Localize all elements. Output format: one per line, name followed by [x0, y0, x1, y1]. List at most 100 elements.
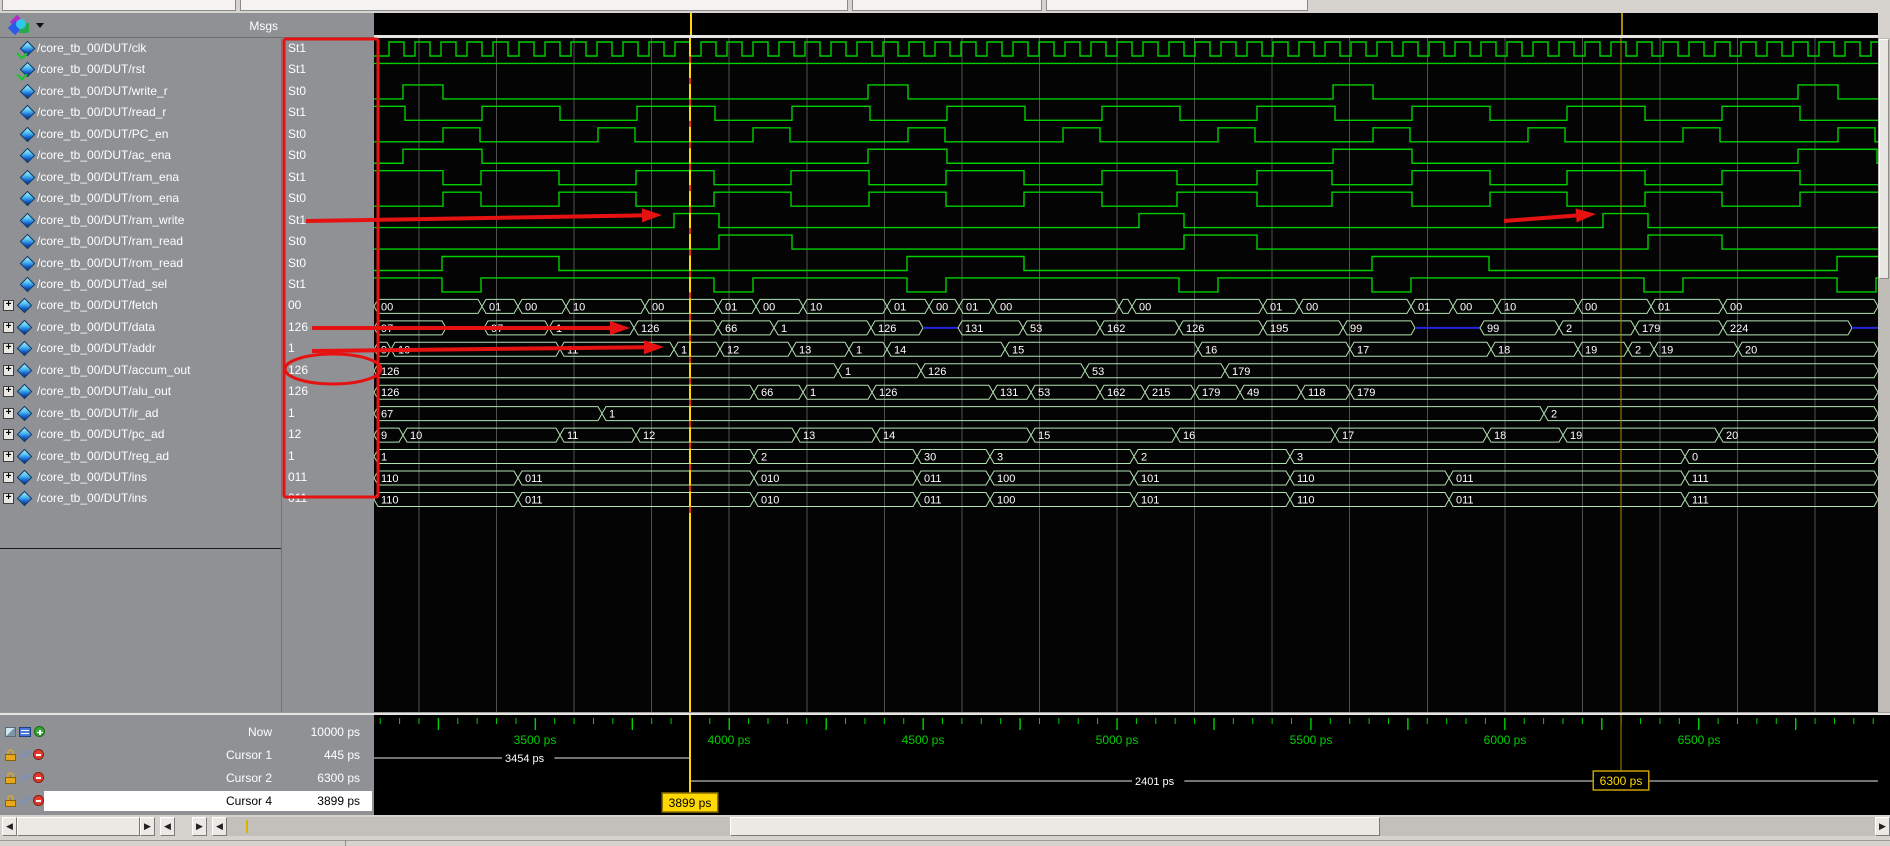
- signal-row[interactable]: /core_tb_00/DUT/ac_ena St0: [0, 145, 374, 166]
- signal-diamond-icon: [19, 276, 36, 293]
- signal-name: /core_tb_00/DUT/fetch: [37, 298, 158, 313]
- scroll-right-button[interactable]: ▶: [192, 817, 207, 836]
- ruler-tick-label: 4000 ps: [708, 733, 751, 747]
- toolbar-field[interactable]: [1046, 0, 1308, 11]
- signal-name-panel[interactable]: /core_tb_00/DUT/clk St1/core_tb_00/DUT/rs…: [0, 38, 374, 712]
- signal-row[interactable]: + /core_tb_00/DUT/alu_out 126: [0, 381, 374, 402]
- waveform-canvas[interactable]: 00 01 00 10 00 01 00 10 01 00 01 00 00 01 00 01 00 10 00 01…: [374, 38, 1878, 712]
- signal-row[interactable]: /core_tb_00/DUT/rom_ena St0: [0, 188, 374, 209]
- expand-plus-icon[interactable]: +: [3, 386, 14, 398]
- column-divider[interactable]: [281, 38, 282, 712]
- svg-text:13: 13: [799, 344, 811, 356]
- svg-text:224: 224: [1730, 323, 1748, 335]
- signal-value: 1: [288, 448, 295, 463]
- expand-plus-icon[interactable]: +: [3, 450, 14, 462]
- wave-hscroll-thumb[interactable]: [730, 817, 1380, 836]
- svg-text:010: 010: [761, 494, 779, 506]
- svg-text:00: 00: [1460, 301, 1472, 313]
- svg-text:99: 99: [1487, 323, 1499, 335]
- toolbar-field[interactable]: [852, 0, 1042, 11]
- signal-row[interactable]: + /core_tb_00/DUT/ins 011: [0, 488, 374, 509]
- signal-row[interactable]: + /core_tb_00/DUT/data 126: [0, 317, 374, 338]
- scrollbar-thumb[interactable]: [1879, 39, 1889, 279]
- signal-row[interactable]: + /core_tb_00/DUT/ir_ad 1: [0, 403, 374, 424]
- wrench-icon[interactable]: [18, 771, 31, 784]
- cursor-line[interactable]: [1621, 13, 1623, 35]
- delete-cursor-icon[interactable]: [32, 748, 45, 761]
- signal-row[interactable]: /core_tb_00/DUT/rom_read St0: [0, 253, 374, 274]
- delete-cursor-icon[interactable]: [32, 771, 45, 784]
- signal-row[interactable]: + /core_tb_00/DUT/pc_ad 12: [0, 424, 374, 445]
- signal-row[interactable]: /core_tb_00/DUT/rst St1: [0, 59, 374, 82]
- expand-plus-icon[interactable]: +: [3, 343, 14, 355]
- grid-icon[interactable]: [19, 725, 32, 738]
- tree-mode-icon[interactable]: [5, 725, 18, 738]
- toolbar-field[interactable]: [240, 0, 848, 11]
- expand-plus-icon[interactable]: +: [3, 493, 14, 505]
- lock-icon[interactable]: [4, 794, 17, 807]
- delete-cursor-icon[interactable]: [32, 794, 45, 807]
- signal-row[interactable]: + /core_tb_00/DUT/ins 011: [0, 467, 374, 488]
- signal-diamond-icon: [19, 105, 36, 121]
- chevron-down-icon[interactable]: [36, 23, 44, 28]
- toolbar-field[interactable]: [2, 0, 236, 11]
- signal-row[interactable]: /core_tb_00/DUT/ram_read St0: [0, 231, 374, 252]
- lock-icon[interactable]: [4, 771, 17, 784]
- expand-plus-icon[interactable]: +: [3, 300, 14, 312]
- scrollbar-thumb[interactable]: [17, 817, 140, 836]
- signal-value: 126: [288, 384, 309, 399]
- signal-row[interactable]: /core_tb_00/DUT/PC_en St0: [0, 124, 374, 145]
- svg-text:110: 110: [1297, 494, 1315, 506]
- svg-text:18: 18: [1498, 344, 1510, 356]
- signal-row[interactable]: + /core_tb_00/DUT/addr 1: [0, 338, 374, 359]
- signal-name: /core_tb_00/DUT/accum_out: [37, 362, 191, 377]
- signal-row[interactable]: /core_tb_00/DUT/ram_write St1: [0, 210, 374, 231]
- add-cursor-icon[interactable]: [33, 725, 46, 738]
- svg-text:126: 126: [878, 323, 896, 335]
- lock-icon[interactable]: [4, 748, 17, 761]
- signal-row[interactable]: + /core_tb_00/DUT/reg_ad 1: [0, 446, 374, 467]
- signal-value: 00: [288, 298, 302, 313]
- signal-row[interactable]: /core_tb_00/DUT/read_r St1: [0, 102, 374, 123]
- svg-text:126: 126: [928, 366, 946, 378]
- expand-plus-icon[interactable]: +: [3, 472, 14, 483]
- scroll-left-button[interactable]: ◀: [2, 817, 17, 836]
- svg-text:111: 111: [1692, 494, 1709, 506]
- wave-vertical-scrollbar[interactable]: [1878, 38, 1890, 712]
- signal-name: /core_tb_00/DUT/rom_ena: [37, 191, 180, 206]
- signal-row[interactable]: /core_tb_00/DUT/ram_ena St1: [0, 167, 374, 188]
- signal-row[interactable]: /core_tb_00/DUT/clk St1: [0, 38, 374, 60]
- cursor-row[interactable]: Cursor 1 445 ps: [0, 745, 374, 765]
- wrench-icon[interactable]: [18, 794, 31, 807]
- svg-text:12: 12: [643, 430, 655, 442]
- signal-value: St1: [288, 105, 307, 120]
- expand-plus-icon[interactable]: +: [3, 364, 14, 376]
- svg-text:179: 179: [1642, 323, 1660, 335]
- svg-text:19: 19: [1661, 344, 1673, 356]
- signal-row[interactable]: + /core_tb_00/DUT/fetch 00: [0, 295, 374, 316]
- signal-row[interactable]: + /core_tb_00/DUT/accum_out 126: [0, 360, 374, 381]
- expand-plus-icon[interactable]: +: [3, 407, 14, 419]
- scroll-right-button[interactable]: ▶: [1875, 817, 1890, 836]
- svg-text:2: 2: [1551, 409, 1557, 421]
- signal-row[interactable]: /core_tb_00/DUT/ad_sel St1: [0, 274, 374, 295]
- cursor-line[interactable]: [690, 13, 692, 35]
- wave-group-icon[interactable]: [7, 14, 32, 36]
- svg-text:00: 00: [936, 301, 948, 313]
- expand-plus-icon[interactable]: +: [3, 429, 14, 441]
- scroll-left-button[interactable]: ◀: [160, 817, 175, 836]
- svg-text:010: 010: [761, 473, 779, 485]
- toolbar-strip: [0, 0, 1890, 13]
- now-row[interactable]: Now 10000 ps: [0, 722, 374, 742]
- scroll-left-button[interactable]: ◀: [212, 817, 227, 836]
- cursor-row[interactable]: Cursor 4 3899 ps: [0, 791, 374, 811]
- scroll-right-button[interactable]: ▶: [140, 817, 155, 836]
- expand-plus-icon[interactable]: +: [3, 321, 14, 333]
- timeline-ruler[interactable]: 3500 ps 4000 ps 4500 ps 5000 ps 5500 ps 6000 …: [374, 715, 1890, 815]
- wave-window: Msgs /core_tb_00/DUT/clk St1/core_tb_00/D…: [0, 0, 1890, 846]
- signal-row[interactable]: /core_tb_00/DUT/write_r St0: [0, 81, 374, 102]
- wrench-icon[interactable]: [18, 748, 31, 761]
- svg-text:10: 10: [573, 301, 585, 313]
- svg-text:12: 12: [727, 344, 739, 356]
- cursor-row[interactable]: Cursor 2 6300 ps: [0, 768, 374, 788]
